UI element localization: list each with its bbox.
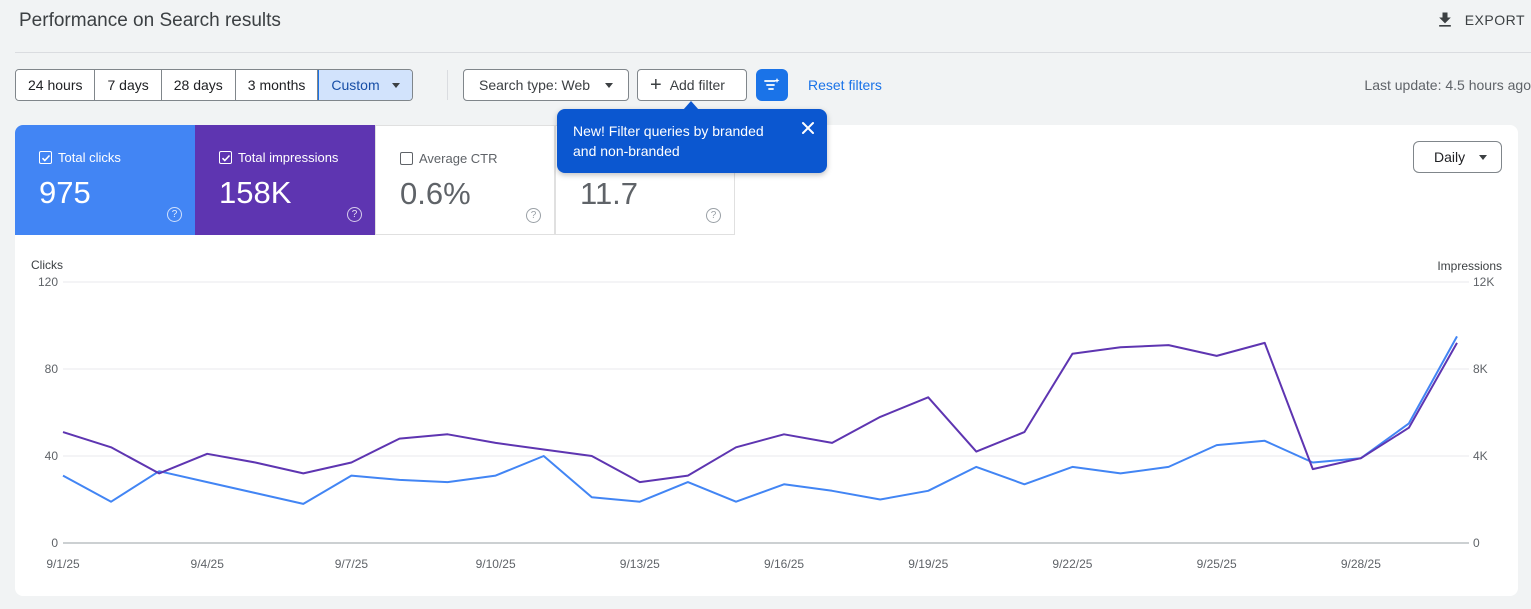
series-line-impressions bbox=[62, 341, 1458, 484]
range-3-months[interactable]: 3 months bbox=[235, 70, 319, 100]
tooltip-arrow bbox=[683, 101, 699, 110]
search-type-dropdown[interactable]: Search type: Web bbox=[463, 69, 629, 101]
y2-tick-label: 4K bbox=[1473, 449, 1488, 463]
range-28-days[interactable]: 28 days bbox=[161, 70, 236, 100]
chevron-down-icon bbox=[605, 82, 613, 88]
x-tick-label: 9/28/25 bbox=[1341, 557, 1381, 571]
search-type-label: Search type: Web bbox=[479, 77, 591, 93]
range-custom-label: Custom bbox=[331, 77, 380, 93]
filter-sparkle-icon bbox=[764, 78, 780, 90]
page-title: Performance on Search results bbox=[19, 10, 281, 31]
header-divider bbox=[15, 52, 1531, 53]
plus-icon: + bbox=[650, 74, 662, 96]
range-custom[interactable]: Custom bbox=[318, 70, 412, 100]
x-tick-label: 9/4/25 bbox=[191, 557, 225, 571]
x-tick-label: 9/22/25 bbox=[1052, 557, 1092, 571]
y-tick-label: 120 bbox=[38, 275, 58, 289]
feature-tooltip: New! Filter queries by branded and non-b… bbox=[557, 109, 827, 173]
date-range-selector: 24 hours 7 days 28 days 3 months Custom bbox=[15, 69, 413, 101]
export-button[interactable]: EXPORT bbox=[1435, 10, 1525, 30]
x-tick-label: 9/19/25 bbox=[908, 557, 948, 571]
x-tick-label: 9/13/25 bbox=[620, 557, 660, 571]
left-axis-title: Clicks bbox=[31, 258, 63, 272]
y2-tick-label: 0 bbox=[1473, 536, 1480, 550]
add-filter-label: Add filter bbox=[669, 77, 725, 93]
last-update-text: Last update: 4.5 hours ago bbox=[1364, 77, 1531, 93]
right-axis-title: Impressions bbox=[1437, 259, 1502, 273]
chevron-down-icon bbox=[391, 82, 400, 88]
x-tick-label: 9/7/25 bbox=[335, 557, 369, 571]
close-icon[interactable] bbox=[801, 121, 815, 135]
range-24-hours[interactable]: 24 hours bbox=[16, 70, 96, 100]
add-filter-button[interactable]: + Add filter bbox=[637, 69, 747, 101]
y-tick-label: 80 bbox=[45, 362, 59, 376]
y2-tick-label: 8K bbox=[1473, 362, 1488, 376]
performance-chart: Clicks Impressions 0 0 40 4K 80 8K 120 12K 9/1/25 9… bbox=[31, 258, 1502, 571]
filter-divider bbox=[447, 70, 448, 100]
query-filter-button[interactable] bbox=[756, 69, 788, 101]
reset-filters-link[interactable]: Reset filters bbox=[808, 77, 882, 93]
y-tick-label: 40 bbox=[45, 449, 59, 463]
x-tick-label: 9/25/25 bbox=[1197, 557, 1237, 571]
x-tick-label: 9/16/25 bbox=[764, 557, 804, 571]
download-icon bbox=[1438, 12, 1451, 27]
y2-tick-label: 12K bbox=[1473, 275, 1494, 289]
x-tick-label: 9/10/25 bbox=[476, 557, 516, 571]
x-tick-label: 9/1/25 bbox=[46, 557, 80, 571]
range-7-days[interactable]: 7 days bbox=[95, 70, 162, 100]
tooltip-text: New! Filter queries by branded and non-b… bbox=[573, 123, 764, 159]
y-tick-label: 0 bbox=[51, 536, 58, 550]
performance-panel: Total clicks 975 ? Total impressions 158… bbox=[15, 125, 1518, 596]
series-line-clicks bbox=[62, 335, 1458, 505]
export-label: EXPORT bbox=[1464, 12, 1525, 28]
